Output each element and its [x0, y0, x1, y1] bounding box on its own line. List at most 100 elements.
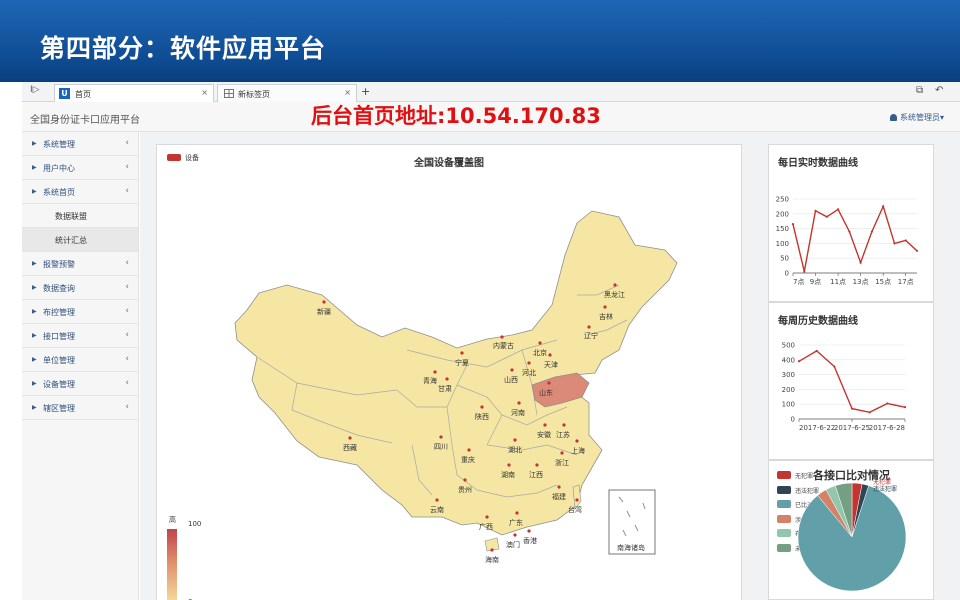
user-menu[interactable]: 系统管理员▾	[889, 112, 944, 123]
daily-line-chart[interactable]: 0 50 100 150 200 250 7点 9点 11点 13点 15点 17点	[769, 145, 935, 303]
weekly-line-chart[interactable]: 0 100 200 300 400 500 2017-6-222017-6-252017-6…	[769, 303, 935, 461]
sidebar-item-alarm[interactable]: ▶ 报警预警 ‹	[22, 252, 138, 276]
province-marker	[548, 353, 552, 357]
data-point	[797, 360, 801, 363]
sidebar-subitem-data-alliance[interactable]: 数据联盟	[22, 204, 138, 228]
sidebar-toggle-icon[interactable]: I▷	[30, 85, 40, 95]
province-marker	[515, 511, 519, 515]
province-label: 河北	[522, 369, 536, 377]
tab-label: 新标签页	[238, 90, 270, 99]
sidebar-item-label: 系统管理	[43, 140, 75, 149]
sidebar-item-system-manage[interactable]: ▶ 系统管理 ‹	[22, 132, 138, 156]
backend-url-label: 后台首页地址:10.54.170.83	[311, 104, 601, 128]
sidebar-subitem-statistics[interactable]: 统计汇总	[22, 228, 138, 252]
sidebar-item-device[interactable]: ▶ 设备管理 ‹	[22, 372, 138, 396]
tab-label: 首页	[75, 90, 91, 99]
sidebar-item-unit[interactable]: ▶ 单位管理 ‹	[22, 348, 138, 372]
y-tick-label: 250	[776, 196, 789, 204]
province-label: 黑龙江	[604, 290, 625, 299]
y-tick-label: 400	[782, 356, 795, 364]
sidebar-item-label: 系统首页	[43, 188, 75, 197]
visual-map-gradient[interactable]	[167, 529, 177, 600]
chevron-left-icon: ‹	[125, 378, 129, 388]
series-line	[792, 204, 918, 272]
province-label: 陕西	[475, 412, 489, 421]
legend-swatch	[777, 543, 791, 552]
undo-icon[interactable]: ↶	[935, 85, 943, 96]
province-label: 江西	[529, 471, 543, 479]
data-point	[893, 242, 896, 245]
province-label: 海南	[485, 555, 499, 564]
x-tick-label: 11点	[830, 278, 846, 286]
sidebar-item-label: 接口管理	[43, 332, 75, 341]
caret-right-icon: ▶	[32, 140, 37, 147]
add-tab-button[interactable]: +	[361, 85, 370, 98]
province-marker	[575, 439, 579, 443]
province-label: 广西	[479, 522, 493, 531]
visual-map-high-label: 高	[169, 516, 176, 524]
province-marker	[460, 351, 464, 355]
province-marker	[517, 401, 521, 405]
province-marker	[439, 435, 443, 439]
y-tick-label: 300	[782, 371, 795, 379]
interface-comparison-panel: 无犯罪违法犯罪已比对涉稳数据布控未比对 各接口比对情况 无犯罪 违法犯罪	[768, 460, 934, 600]
province-label: 吉林	[599, 312, 613, 321]
chevron-left-icon: ‹	[125, 162, 129, 172]
sidebar-item-label: 数据联盟	[55, 212, 87, 221]
province-label: 青海	[423, 376, 437, 385]
data-point	[825, 215, 828, 218]
chevron-left-icon: ‹	[125, 282, 129, 292]
province-marker	[560, 451, 564, 455]
data-point	[848, 230, 851, 233]
caret-right-icon: ▶	[32, 164, 37, 171]
province-marker	[513, 438, 517, 442]
interface-pie-chart[interactable]	[796, 481, 908, 593]
x-tick-label: 9点	[810, 278, 821, 286]
data-point	[836, 208, 840, 211]
province-marker	[510, 368, 514, 372]
data-point	[791, 223, 795, 226]
caret-right-icon: ▶	[32, 356, 37, 363]
province-marker	[435, 498, 439, 502]
sidebar-item-label: 用户中心	[43, 164, 75, 173]
province-label: 云南	[430, 505, 444, 514]
province-marker	[538, 341, 542, 345]
china-map[interactable]: 南海诸岛 新疆 西藏 青海 甘肃 宁夏 内蒙古 黑龙江 吉林 辽宁 北京 天津 …	[157, 145, 743, 600]
province-marker	[500, 335, 504, 339]
y-tick-label: 100	[776, 240, 789, 248]
province-label: 甘肃	[438, 384, 452, 393]
sidebar-item-data-query[interactable]: ▶ 数据查询 ‹	[22, 276, 138, 300]
close-icon[interactable]: ×	[344, 88, 351, 97]
province-label: 广东	[509, 518, 523, 527]
data-point	[850, 407, 854, 410]
data-point	[903, 406, 907, 409]
sidebar-item-user-center[interactable]: ▶ 用户中心 ‹	[22, 156, 138, 180]
province-label: 宁夏	[455, 358, 469, 367]
close-icon[interactable]: ×	[201, 88, 208, 97]
province-label: 新疆	[317, 307, 331, 316]
y-tick-label: 0	[791, 416, 795, 424]
legend-swatch	[777, 485, 791, 494]
province-marker	[485, 515, 489, 519]
chevron-left-icon: ‹	[125, 330, 129, 340]
tab-home[interactable]: U 首页 ×	[54, 84, 214, 102]
province-marker	[587, 325, 591, 329]
data-point	[859, 261, 862, 264]
sidebar-item-surveillance[interactable]: ▶ 布控管理 ‹	[22, 300, 138, 324]
province-label: 北京	[533, 348, 547, 357]
visual-map-max-label: 100	[188, 520, 202, 528]
sidebar-item-interface[interactable]: ▶ 接口管理 ‹	[22, 324, 138, 348]
province-marker	[557, 485, 561, 489]
chevron-left-icon: ‹	[125, 354, 129, 364]
province-marker	[445, 377, 449, 381]
tab-bar: I▷ U 首页 × 新标签页 × + ⧉ ↶	[22, 82, 960, 102]
slide-header: 第四部分：软件应用平台	[0, 0, 960, 82]
restore-icon[interactable]: ⧉	[916, 85, 923, 96]
x-tick-label: 2017-6-22	[799, 424, 835, 432]
y-tick-label: 50	[780, 255, 789, 263]
data-point	[882, 205, 885, 208]
province-marker	[562, 423, 566, 427]
sidebar-item-district[interactable]: ▶ 辖区管理 ‹	[22, 396, 138, 420]
sidebar-item-system-home[interactable]: ▶ 系统首页 ‹	[22, 180, 138, 204]
province-label: 河南	[511, 408, 525, 417]
